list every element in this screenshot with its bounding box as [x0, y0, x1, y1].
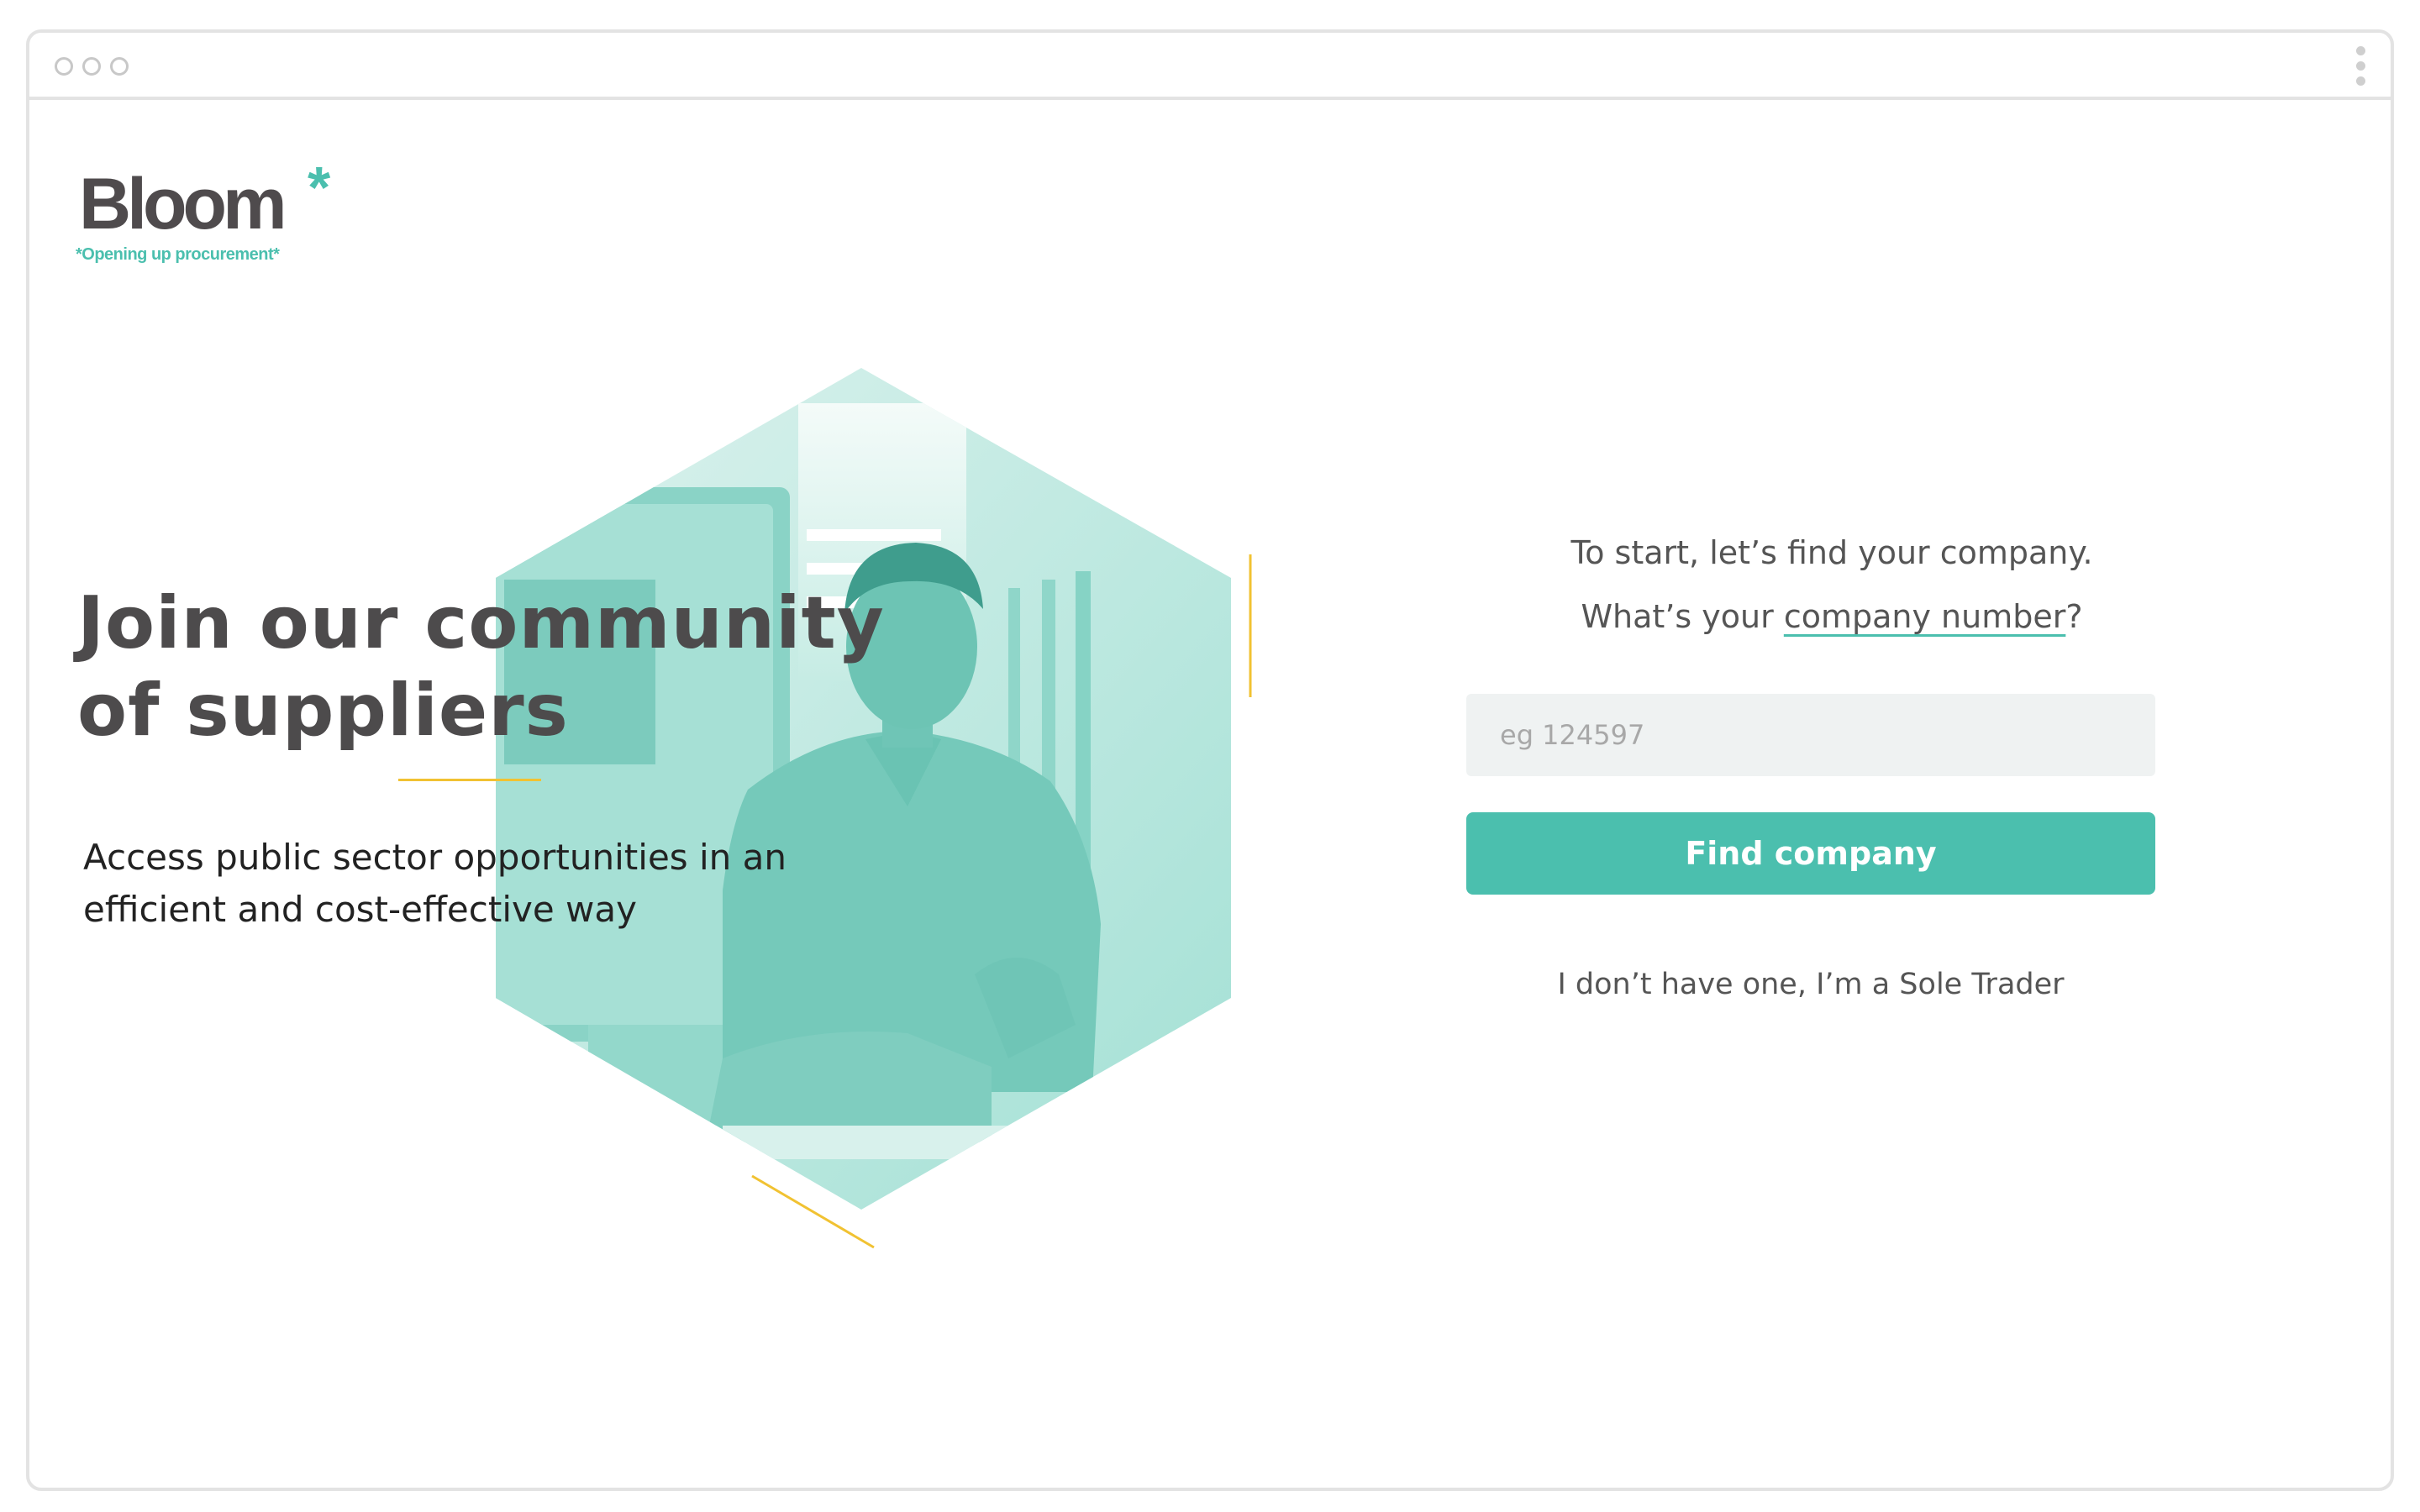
- find-company-button[interactable]: Find company: [1466, 812, 2155, 895]
- intro-line-2: What’s your company number?: [1462, 585, 2202, 648]
- more-options-icon[interactable]: [2354, 45, 2368, 88]
- hero-title: Join our community of suppliers: [77, 580, 1002, 754]
- photo-person-working: [496, 368, 1231, 1210]
- logo-tagline: *Opening up procurement*: [76, 245, 280, 264]
- browser-titlebar: [29, 33, 2391, 100]
- window-maximize-dot[interactable]: [110, 57, 129, 76]
- logo-asterisk: *: [308, 155, 331, 220]
- hero-title-line-2: of suppliers: [77, 669, 569, 753]
- sole-trader-link[interactable]: I don’t have one, I’m a Sole Trader: [1466, 968, 2155, 1001]
- window-minimize-dot[interactable]: [82, 57, 101, 76]
- company-number-input[interactable]: [1466, 694, 2155, 776]
- hero-subtitle-line-2: efficient and cost-effective way: [83, 889, 637, 930]
- bloom-logo[interactable]: Bloom * *Opening up procurement*: [76, 158, 330, 264]
- intro-prefix: What’s your: [1581, 598, 1784, 635]
- hero-title-line-1: Join our community: [77, 581, 885, 665]
- title-underline-accent: [398, 779, 541, 781]
- logo-wordmark: Bloom: [79, 164, 287, 244]
- company-number-link[interactable]: company number: [1784, 598, 2066, 635]
- form-intro: To start, let’s find your company. What’…: [1462, 521, 2202, 648]
- intro-line-1: To start, let’s find your company.: [1570, 534, 2093, 571]
- hero-subtitle: Access public sector opportunities in an…: [83, 832, 923, 936]
- intro-suffix: ?: [2065, 598, 2083, 635]
- hero-subtitle-line-1: Access public sector opportunities in an: [83, 837, 787, 878]
- window-close-dot[interactable]: [55, 57, 73, 76]
- hero-hexagon-image: [496, 368, 1252, 1249]
